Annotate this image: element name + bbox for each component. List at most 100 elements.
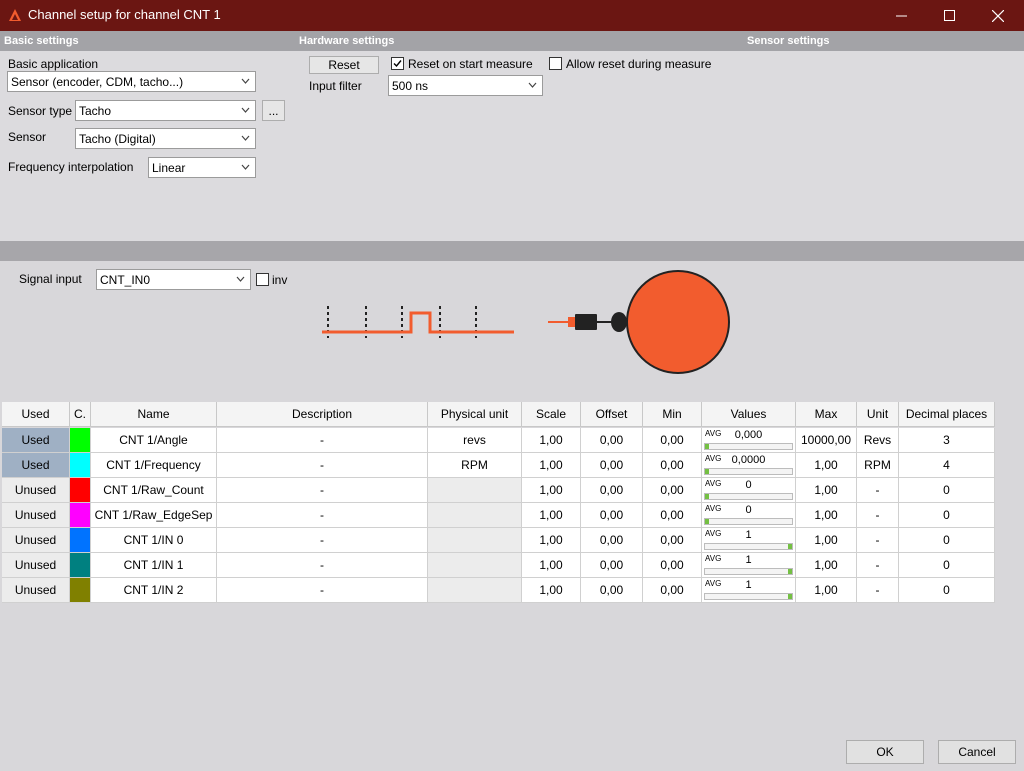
decimal-places-cell[interactable]: 4	[899, 453, 995, 478]
table-row[interactable]: Unused CNT 1/IN 1-1,00 0,00 0,00 AVG 1 1,00-0	[2, 553, 995, 578]
min-cell[interactable]: 0,00	[643, 503, 702, 528]
decimal-places-cell[interactable]: 0	[899, 478, 995, 503]
used-toggle-button[interactable]: Unused	[2, 578, 70, 603]
scale-cell[interactable]: 1,00	[522, 428, 581, 453]
column-header-unit[interactable]: Unit	[857, 402, 899, 427]
name-cell[interactable]: CNT 1/IN 0	[91, 528, 217, 553]
max-cell[interactable]: 1,00	[796, 478, 857, 503]
table-row[interactable]: Unused CNT 1/IN 2-1,00 0,00 0,00 AVG 1 1,00-0	[2, 578, 995, 603]
min-cell[interactable]: 0,00	[643, 553, 702, 578]
description-cell[interactable]: -	[217, 428, 428, 453]
description-cell[interactable]: -	[217, 503, 428, 528]
used-toggle-button[interactable]: Used	[2, 428, 70, 453]
offset-cell[interactable]: 0,00	[581, 503, 643, 528]
column-header-used[interactable]: Used	[2, 402, 70, 427]
unit-cell[interactable]: -	[857, 528, 899, 553]
column-header-color[interactable]: C.	[70, 402, 91, 427]
scale-cell[interactable]: 1,00	[522, 553, 581, 578]
min-cell[interactable]: 0,00	[643, 578, 702, 603]
channel-color-swatch[interactable]	[70, 478, 91, 503]
channel-color-swatch[interactable]	[70, 428, 91, 453]
name-cell[interactable]: CNT 1/Raw_EdgeSep	[91, 503, 217, 528]
name-cell[interactable]: CNT 1/Raw_Count	[91, 478, 217, 503]
unit-cell[interactable]: -	[857, 503, 899, 528]
column-header-values[interactable]: Values	[702, 402, 796, 427]
max-cell[interactable]: 1,00	[796, 578, 857, 603]
table-row[interactable]: Used CNT 1/Frequency - RPM 1,00 0,00 0,00 AVG 0,…	[2, 453, 995, 478]
physical-unit-cell[interactable]: revs	[428, 428, 522, 453]
column-header-min[interactable]: Min	[643, 402, 702, 427]
description-cell[interactable]: -	[217, 553, 428, 578]
scale-cell[interactable]: 1,00	[522, 478, 581, 503]
name-cell[interactable]: CNT 1/Frequency	[91, 453, 217, 478]
physical-unit-cell[interactable]	[428, 478, 522, 503]
decimal-places-cell[interactable]: 0	[899, 528, 995, 553]
physical-unit-cell[interactable]	[428, 553, 522, 578]
decimal-places-cell[interactable]: 0	[899, 553, 995, 578]
sensor-select[interactable]: Tacho (Digital)	[75, 128, 256, 149]
name-cell[interactable]: CNT 1/IN 1	[91, 553, 217, 578]
description-cell[interactable]: -	[217, 453, 428, 478]
frequency-interpolation-select[interactable]: Linear	[148, 157, 256, 178]
table-row[interactable]: Used CNT 1/Angle - revs 1,00 0,00 0,00 AVG 0,000…	[2, 428, 995, 453]
decimal-places-cell[interactable]: 3	[899, 428, 995, 453]
max-cell[interactable]: 1,00	[796, 503, 857, 528]
offset-cell[interactable]: 0,00	[581, 578, 643, 603]
column-header-name[interactable]: Name	[91, 402, 217, 427]
unit-cell[interactable]: -	[857, 578, 899, 603]
ok-button[interactable]: OK	[846, 740, 924, 764]
input-filter-select[interactable]: 500 ns	[388, 75, 543, 96]
unit-cell[interactable]: -	[857, 478, 899, 503]
sensor-browse-button[interactable]: ...	[262, 100, 285, 121]
allow-reset-checkbox[interactable]	[549, 57, 562, 70]
description-cell[interactable]: -	[217, 578, 428, 603]
reset-on-start-checkbox[interactable]	[391, 57, 404, 70]
max-cell[interactable]: 1,00	[796, 553, 857, 578]
name-cell[interactable]: CNT 1/IN 2	[91, 578, 217, 603]
channel-color-swatch[interactable]	[70, 528, 91, 553]
scale-cell[interactable]: 1,00	[522, 578, 581, 603]
used-toggle-button[interactable]: Used	[2, 453, 70, 478]
column-header-max[interactable]: Max	[796, 402, 857, 427]
physical-unit-cell[interactable]	[428, 503, 522, 528]
offset-cell[interactable]: 0,00	[581, 428, 643, 453]
min-cell[interactable]: 0,00	[643, 478, 702, 503]
column-header-scale[interactable]: Scale	[522, 402, 581, 427]
invert-checkbox[interactable]	[256, 273, 269, 286]
reset-button[interactable]: Reset	[309, 56, 379, 74]
unit-cell[interactable]: Revs	[857, 428, 899, 453]
min-cell[interactable]: 0,00	[643, 428, 702, 453]
offset-cell[interactable]: 0,00	[581, 453, 643, 478]
used-toggle-button[interactable]: Unused	[2, 478, 70, 503]
sensor-type-select[interactable]: Tacho	[75, 100, 256, 121]
signal-input-select[interactable]: CNT_IN0	[96, 269, 251, 290]
channel-color-swatch[interactable]	[70, 553, 91, 578]
offset-cell[interactable]: 0,00	[581, 553, 643, 578]
offset-cell[interactable]: 0,00	[581, 528, 643, 553]
decimal-places-cell[interactable]: 0	[899, 578, 995, 603]
unit-cell[interactable]: -	[857, 553, 899, 578]
column-header-physical-unit[interactable]: Physical unit	[428, 402, 522, 427]
physical-unit-cell[interactable]: RPM	[428, 453, 522, 478]
channel-color-swatch[interactable]	[70, 578, 91, 603]
physical-unit-cell[interactable]	[428, 578, 522, 603]
column-header-offset[interactable]: Offset	[581, 402, 643, 427]
max-cell[interactable]: 1,00	[796, 453, 857, 478]
column-header-description[interactable]: Description	[217, 402, 428, 427]
close-icon[interactable]	[975, 0, 1021, 31]
max-cell[interactable]: 10000,00	[796, 428, 857, 453]
description-cell[interactable]: -	[217, 528, 428, 553]
unit-cell[interactable]: RPM	[857, 453, 899, 478]
name-cell[interactable]: CNT 1/Angle	[91, 428, 217, 453]
table-row[interactable]: Unused CNT 1/Raw_Count -1,00 0,00 0,00 AVG 0 1,…	[2, 478, 995, 503]
used-toggle-button[interactable]: Unused	[2, 528, 70, 553]
description-cell[interactable]: -	[217, 478, 428, 503]
minimize-icon[interactable]	[878, 0, 924, 31]
decimal-places-cell[interactable]: 0	[899, 503, 995, 528]
channel-color-swatch[interactable]	[70, 453, 91, 478]
physical-unit-cell[interactable]	[428, 528, 522, 553]
min-cell[interactable]: 0,00	[643, 453, 702, 478]
channel-color-swatch[interactable]	[70, 503, 91, 528]
column-header-decimal-places[interactable]: Decimal places	[899, 402, 995, 427]
table-row[interactable]: Unused CNT 1/IN 0-1,00 0,00 0,00 AVG 1 1,00-0	[2, 528, 995, 553]
